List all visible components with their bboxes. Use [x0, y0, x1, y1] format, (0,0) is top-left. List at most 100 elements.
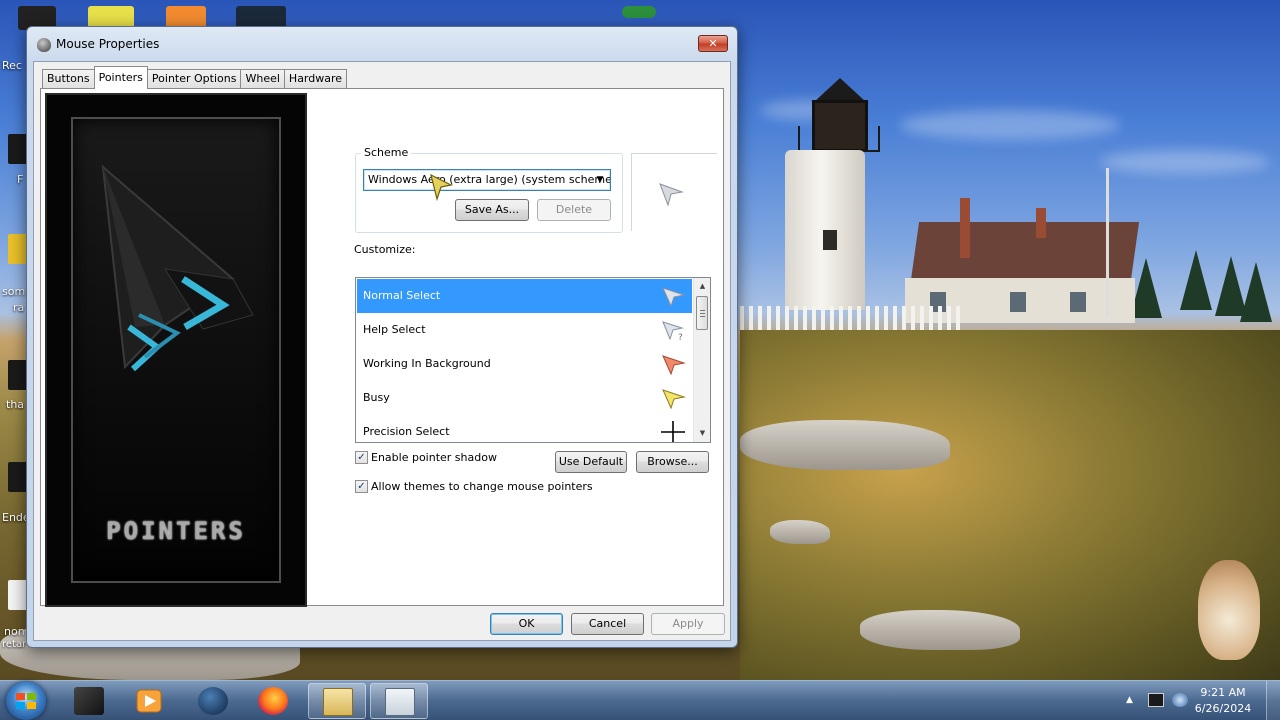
desktop-icon-label[interactable]: tha — [6, 398, 24, 411]
taskbar-app-control-panel[interactable] — [370, 683, 428, 719]
desktop-icon-label[interactable]: Rec — [2, 59, 22, 72]
list-item-busy[interactable]: Busy — [357, 381, 692, 415]
scheme-value: Windows Aero (extra large) (system schem… — [368, 173, 611, 186]
control-panel-icon — [385, 688, 415, 716]
mouse-icon — [37, 38, 51, 52]
start-button[interactable] — [6, 682, 46, 720]
taskbar-app-explorer[interactable] — [308, 683, 366, 719]
mouse-properties-window: Mouse Properties ✕ Buttons Pointers Poin… — [26, 26, 738, 648]
banner-title: POINTERS — [106, 517, 246, 545]
desktop-icon-label[interactable]: ra — [13, 301, 24, 314]
enable-shadow-label[interactable]: Enable pointer shadow — [371, 451, 497, 464]
folder-icon — [323, 688, 353, 716]
grip-line — [700, 313, 705, 314]
grip-line — [700, 316, 705, 317]
house-roof — [910, 222, 1140, 280]
pointers-banner-image: POINTERS — [45, 93, 307, 607]
desktop-icon-label[interactable]: F — [17, 173, 23, 186]
list-item-label: Normal Select — [363, 289, 441, 302]
tab-pointers[interactable]: Pointers — [93, 66, 148, 89]
tab-pointer-options[interactable]: Pointer Options — [146, 69, 242, 88]
system-clock[interactable]: 9:21 AM 6/26/2024 — [1192, 685, 1254, 717]
scroll-up-icon[interactable]: ▲ — [694, 278, 710, 295]
grip-line — [700, 310, 705, 311]
allow-themes-checkbox[interactable]: ✓ — [355, 480, 368, 493]
save-as-button[interactable]: Save As... — [455, 199, 529, 221]
tab-strip: Buttons Pointers Pointer Options Wheel H… — [42, 66, 348, 90]
scheme-group — [355, 153, 623, 233]
cancel-button[interactable]: Cancel — [571, 613, 644, 635]
desktop-icon[interactable] — [8, 134, 28, 164]
rock — [860, 610, 1020, 650]
scroll-thumb[interactable] — [696, 296, 708, 330]
desktop-icon[interactable] — [622, 6, 656, 18]
scheme-label: Scheme — [361, 146, 412, 159]
delete-button[interactable]: Delete — [537, 199, 611, 221]
tab-buttons[interactable]: Buttons — [42, 69, 95, 88]
list-item-help-select[interactable]: Help Select ? — [357, 313, 692, 347]
firefox-icon — [258, 687, 288, 715]
show-hidden-icons-icon[interactable]: ▲ — [1126, 693, 1142, 707]
volume-icon[interactable] — [1172, 693, 1188, 707]
list-item-normal-select[interactable]: Normal Select — [357, 279, 692, 313]
show-desktop-button[interactable] — [1266, 681, 1280, 720]
arrow-cursor-icon — [659, 183, 684, 207]
network-icon[interactable] — [1148, 693, 1164, 707]
dialog-client: Buttons Pointers Pointer Options Wheel H… — [33, 61, 731, 641]
desktop-icon[interactable] — [8, 234, 28, 264]
flagpole — [1106, 168, 1109, 318]
taskbar-app-blackbox[interactable] — [60, 683, 118, 719]
windows-logo-icon — [16, 693, 36, 709]
clock-time: 9:21 AM — [1200, 686, 1246, 699]
desktop-icon-label[interactable]: som — [2, 285, 25, 298]
desktop-icon[interactable] — [8, 462, 28, 492]
crosshair-cursor-icon — [661, 421, 685, 442]
list-item-label: Precision Select — [363, 425, 450, 438]
list-item-precision-select[interactable]: Precision Select — [357, 415, 692, 442]
hamster-gadget[interactable] — [1198, 560, 1260, 660]
desktop-icon-label[interactable]: retar — [2, 639, 26, 650]
scheme-dropdown[interactable]: Windows Aero (extra large) (system schem… — [363, 169, 611, 191]
working-cursor-icon — [662, 355, 686, 376]
list-item-label: Busy — [363, 391, 390, 404]
desktop-icon[interactable] — [8, 580, 28, 610]
desktop-icon[interactable] — [8, 360, 28, 390]
allow-themes-label[interactable]: Allow themes to change mouse pointers — [371, 480, 593, 493]
taskbar-app-firefox[interactable] — [244, 683, 302, 719]
help-cursor-icon: ? — [662, 321, 684, 342]
pointer-logo-icon — [101, 164, 254, 372]
tab-hardware[interactable]: Hardware — [283, 69, 348, 88]
lighthouse-gallery — [798, 126, 880, 152]
tab-wheel[interactable]: Wheel — [240, 69, 285, 88]
list-item-working-in-background[interactable]: Working In Background — [357, 347, 692, 381]
rock — [740, 420, 950, 470]
pointer-list[interactable]: Normal Select Help Select ? Working In B… — [355, 277, 711, 443]
customize-label: Customize: — [354, 243, 416, 256]
banner-frame: POINTERS — [71, 117, 281, 583]
window-title: Mouse Properties — [56, 37, 160, 51]
close-button[interactable]: ✕ — [698, 35, 728, 52]
arrow-cursor-icon — [662, 287, 686, 308]
scroll-down-icon[interactable]: ▼ — [694, 425, 710, 442]
title-bar[interactable]: Mouse Properties ✕ — [27, 27, 737, 61]
ok-button[interactable]: OK — [490, 613, 563, 635]
dropdown-arrow-icon[interactable]: ▼ — [593, 170, 607, 190]
taskbar-app-media-player[interactable] — [120, 683, 178, 719]
list-item-label: Help Select — [363, 323, 426, 336]
tree — [1180, 250, 1212, 310]
browse-button[interactable]: Browse... — [636, 451, 709, 473]
pointer-preview — [631, 153, 717, 231]
taskbar-app-globe[interactable] — [184, 683, 242, 719]
tree — [1240, 262, 1272, 322]
chimney — [960, 198, 970, 258]
use-default-button[interactable]: Use Default — [555, 451, 627, 473]
list-scrollbar[interactable]: ▲ ▼ — [693, 278, 710, 442]
apply-button[interactable]: Apply — [651, 613, 725, 635]
house-window — [1070, 292, 1086, 312]
media-player-icon — [136, 689, 162, 713]
rock — [770, 520, 830, 544]
enable-shadow-checkbox[interactable]: ✓ — [355, 451, 368, 464]
cloud — [1100, 150, 1270, 174]
desktop-icon-label[interactable]: non — [4, 625, 25, 638]
chimney — [1036, 208, 1046, 238]
